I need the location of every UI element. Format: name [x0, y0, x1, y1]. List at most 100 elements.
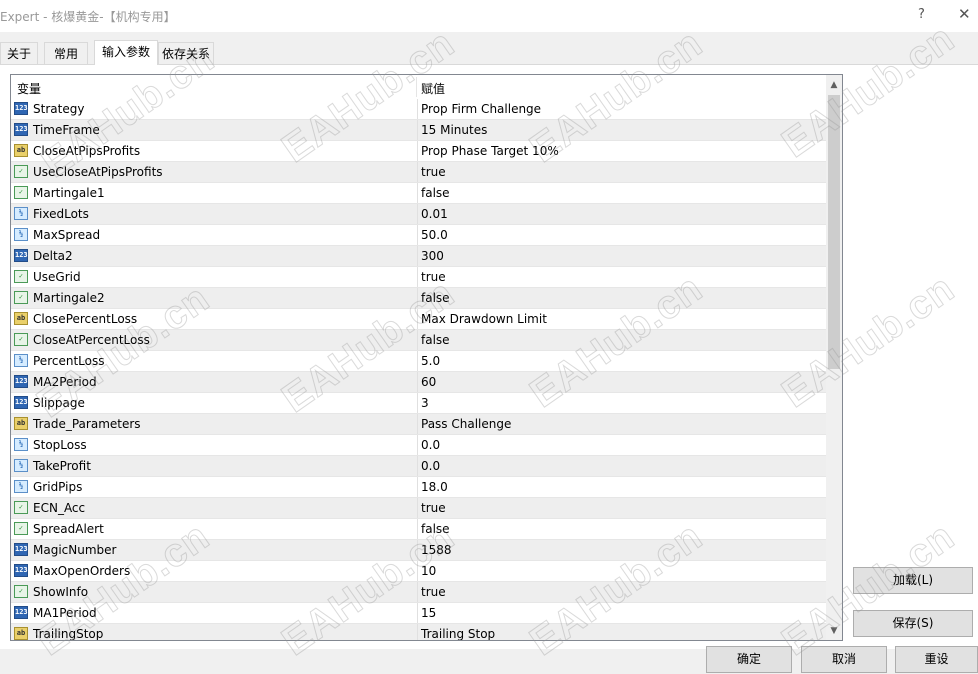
param-name: StopLoss — [33, 438, 87, 452]
table-row[interactable]: 123 MA1Period 15 — [11, 603, 826, 624]
param-value[interactable]: Trailing Stop — [421, 627, 495, 640]
param-value[interactable]: 5.0 — [421, 354, 440, 368]
scroll-up-icon[interactable]: ▲ — [826, 77, 842, 93]
reset-button[interactable]: 重设 — [895, 646, 978, 673]
table-row[interactable]: 123 Delta2 300 — [11, 246, 826, 267]
column-divider — [417, 99, 418, 119]
param-value[interactable]: true — [421, 501, 446, 515]
table-row[interactable]: ab ClosePercentLoss Max Drawdown Limit — [11, 309, 826, 330]
tab-common[interactable]: 常用 — [44, 42, 88, 64]
param-value[interactable]: false — [421, 522, 450, 536]
grid-header: 变量 赋值 — [11, 75, 826, 99]
column-divider — [417, 183, 418, 203]
dbl-type-icon: ½ — [14, 480, 28, 493]
param-value[interactable]: Pass Challenge — [421, 417, 511, 431]
vertical-scrollbar[interactable]: ▲ ▼ — [826, 75, 842, 640]
tab-about[interactable]: 关于 — [0, 42, 38, 64]
param-value[interactable]: 15 — [421, 606, 436, 620]
table-row[interactable]: 123 MaxOpenOrders 10 — [11, 561, 826, 582]
param-value[interactable]: 50.0 — [421, 228, 448, 242]
param-value[interactable]: Prop Phase Target 10% — [421, 144, 559, 158]
param-name: CloseAtPercentLoss — [33, 333, 150, 347]
close-button[interactable]: ✕ — [958, 5, 971, 23]
table-row[interactable]: 123 MagicNumber 1588 — [11, 540, 826, 561]
param-value[interactable]: false — [421, 333, 450, 347]
param-value[interactable]: false — [421, 291, 450, 305]
table-row[interactable]: 123 TimeFrame 15 Minutes — [11, 120, 826, 141]
param-value[interactable]: true — [421, 165, 446, 179]
load-button[interactable]: 加载(L) — [853, 567, 973, 594]
param-value[interactable]: true — [421, 585, 446, 599]
tab-dependencies[interactable]: 依存关系 — [158, 42, 214, 64]
param-value[interactable]: 0.0 — [421, 438, 440, 452]
column-divider — [417, 393, 418, 413]
table-row[interactable]: 123 Slippage 3 — [11, 393, 826, 414]
table-row[interactable]: 123 MA2Period 60 — [11, 372, 826, 393]
cancel-button[interactable]: 取消 — [801, 646, 887, 673]
column-divider — [417, 288, 418, 308]
table-row[interactable]: ab TrailingStop Trailing Stop — [11, 624, 826, 640]
param-value[interactable]: 0.01 — [421, 207, 448, 221]
table-row[interactable]: ½ FixedLots 0.01 — [11, 204, 826, 225]
table-row[interactable]: ✓ UseCloseAtPipsProfits true — [11, 162, 826, 183]
column-divider — [417, 477, 418, 497]
help-button[interactable]: ? — [918, 7, 925, 22]
table-row[interactable]: 123 Strategy Prop Firm Challenge — [11, 99, 826, 120]
param-value[interactable]: 0.0 — [421, 459, 440, 473]
column-divider — [417, 204, 418, 224]
scroll-down-icon[interactable]: ▼ — [826, 623, 842, 639]
param-value[interactable]: Max Drawdown Limit — [421, 312, 547, 326]
str-type-icon: ab — [14, 627, 28, 640]
table-row[interactable]: ½ StopLoss 0.0 — [11, 435, 826, 456]
param-name: ClosePercentLoss — [33, 312, 138, 326]
column-divider — [417, 435, 418, 455]
header-divider[interactable] — [416, 77, 417, 97]
param-value[interactable]: 18.0 — [421, 480, 448, 494]
table-row[interactable]: ✓ ShowInfo true — [11, 582, 826, 603]
column-divider — [417, 540, 418, 560]
header-value[interactable]: 赋值 — [421, 80, 445, 97]
table-row[interactable]: ab Trade_Parameters Pass Challenge — [11, 414, 826, 435]
table-row[interactable]: ✓ CloseAtPercentLoss false — [11, 330, 826, 351]
save-button[interactable]: 保存(S) — [853, 610, 973, 637]
header-variable[interactable]: 变量 — [17, 80, 41, 97]
param-value[interactable]: Prop Firm Challenge — [421, 102, 541, 116]
column-divider — [417, 309, 418, 329]
param-value[interactable]: false — [421, 186, 450, 200]
param-name: Delta2 — [33, 249, 73, 263]
table-row[interactable]: ✓ Martingale1 false — [11, 183, 826, 204]
bool-type-icon: ✓ — [14, 165, 28, 178]
table-row[interactable]: ½ PercentLoss 5.0 — [11, 351, 826, 372]
scroll-thumb[interactable] — [828, 95, 840, 369]
param-value[interactable]: 15 Minutes — [421, 123, 487, 137]
table-row[interactable]: ab CloseAtPipsProfits Prop Phase Target 10… — [11, 141, 826, 162]
table-row[interactable]: ✓ ECN_Acc true — [11, 498, 826, 519]
table-row[interactable]: ½ TakeProfit 0.0 — [11, 456, 826, 477]
column-divider — [417, 162, 418, 182]
ok-button[interactable]: 确定 — [706, 646, 792, 673]
param-value[interactable]: 1588 — [421, 543, 452, 557]
column-divider — [417, 120, 418, 140]
table-row[interactable]: ½ GridPips 18.0 — [11, 477, 826, 498]
str-type-icon: ab — [14, 144, 28, 157]
param-value[interactable]: 10 — [421, 564, 436, 578]
param-name: Martingale1 — [33, 186, 105, 200]
param-value[interactable]: 3 — [421, 396, 429, 410]
param-value[interactable]: true — [421, 270, 446, 284]
table-row[interactable]: ✓ Martingale2 false — [11, 288, 826, 309]
bool-type-icon: ✓ — [14, 270, 28, 283]
column-divider — [417, 372, 418, 392]
param-name: MagicNumber — [33, 543, 117, 557]
table-row[interactable]: ½ MaxSpread 50.0 — [11, 225, 826, 246]
column-divider — [417, 582, 418, 602]
param-value[interactable]: 300 — [421, 249, 444, 263]
tab-inputs[interactable]: 输入参数 — [94, 40, 158, 65]
column-divider — [417, 603, 418, 623]
param-name: Martingale2 — [33, 291, 105, 305]
param-value[interactable]: 60 — [421, 375, 436, 389]
table-row[interactable]: ✓ SpreadAlert false — [11, 519, 826, 540]
column-divider — [417, 246, 418, 266]
column-divider — [417, 561, 418, 581]
table-row[interactable]: ✓ UseGrid true — [11, 267, 826, 288]
parameters-grid: 变量 赋值 123 Strategy Prop Firm Challenge 123 T… — [10, 74, 843, 641]
